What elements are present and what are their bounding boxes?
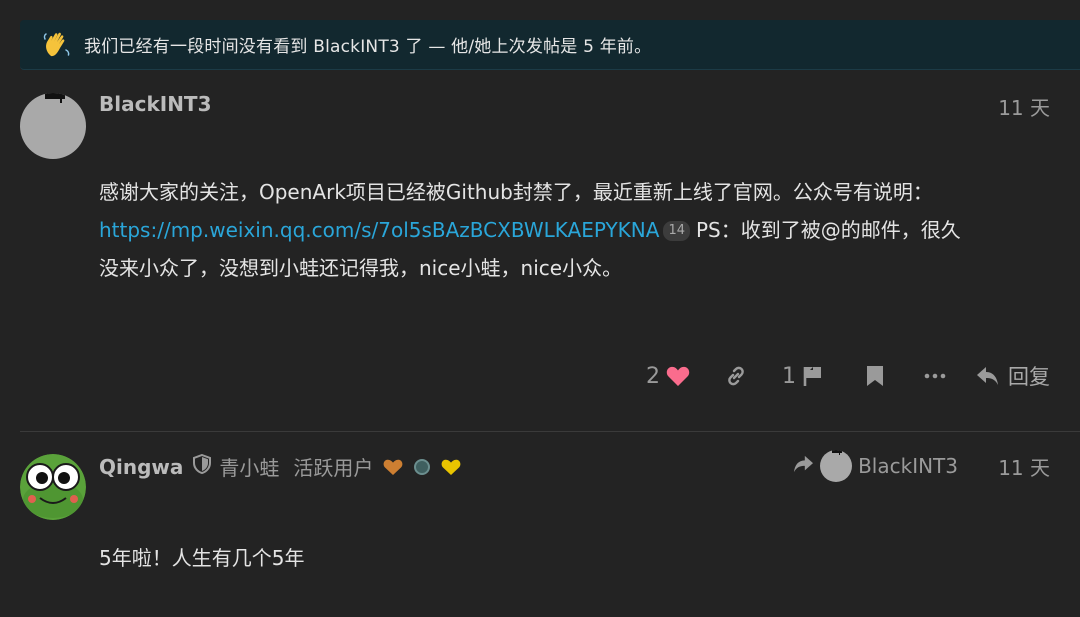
post-body: 感谢大家的关注，OpenArk项目已经被Github封禁了，最近重新上线了官网。… [99,173,1039,287]
post-blackint3: BlackINT3 11 天 感谢大家的关注，OpenArk项目已经被Githu… [20,88,1080,431]
link-icon [724,364,748,388]
post-actions: 2 1 回复 [620,358,1050,394]
circle-badge-icon[interactable] [413,458,431,476]
post-text: PS：收到了被@的邮件，很久 [695,218,961,242]
heart-badge-icon[interactable] [441,458,461,476]
inactive-user-notice: 我们已经有一段时间没有看到 BlackINT3 了 — 他/她上次发帖是 5 年… [20,20,1080,70]
post-date[interactable]: 11 天 [998,452,1050,481]
like-count: 2 [646,363,660,389]
bookmark-icon [866,365,884,387]
post-body: 5年啦！人生有几个5年 [99,546,305,570]
heart-icon [666,365,690,387]
reply-label: 回复 [1008,365,1050,389]
shield-icon [193,453,212,479]
post-username[interactable]: Qingwa [99,455,183,479]
flag-button[interactable]: 1 [782,364,824,389]
flag-count: 1 [782,363,796,389]
reply-arrow-icon [792,454,814,479]
avatar[interactable] [20,93,86,159]
user-title: 活跃用户 [293,456,374,480]
heart-badge-icon[interactable] [383,458,403,476]
bookmark-button[interactable] [866,365,884,387]
user-full-name[interactable]: 青小蛙 [219,452,279,481]
post-text: 感谢大家的关注，OpenArk项目已经被Github封禁了，最近重新上线了官网。… [99,180,933,204]
flag-icon [802,365,824,387]
post-text: 没来小众了，没想到小蛙还记得我，nice小蛙，nice小众。 [99,256,623,280]
avatar [820,450,853,482]
copy-link-button[interactable] [724,364,748,388]
post-meta: Qingwa 青小蛙 活跃用户 [99,452,461,481]
reply-to-username: BlackINT3 [858,454,958,478]
like-button[interactable]: 2 [646,364,690,389]
reply-button[interactable]: 回复 [976,361,1050,391]
waving-hand-icon [42,30,72,60]
notice-text: 我们已经有一段时间没有看到 BlackINT3 了 — 他/她上次发帖是 5 年… [84,37,652,57]
ellipsis-icon [924,373,946,379]
post-qingwa: Qingwa 青小蛙 活跃用户 BlackINT3 11 天 5年啦！人生有几个… [20,444,1080,617]
avatar[interactable] [20,454,86,520]
more-actions-button[interactable] [924,373,946,379]
post-date[interactable]: 11 天 [998,92,1050,121]
weixin-link[interactable]: https://mp.weixin.qq.com/s/7ol5sBAzBCXBW… [99,218,659,242]
post-divider [20,431,1080,432]
link-click-count: 14 [663,221,690,241]
reply-to-indicator[interactable]: BlackINT3 [792,450,958,482]
reply-icon [976,365,1000,387]
post-username[interactable]: BlackINT3 [99,92,212,116]
